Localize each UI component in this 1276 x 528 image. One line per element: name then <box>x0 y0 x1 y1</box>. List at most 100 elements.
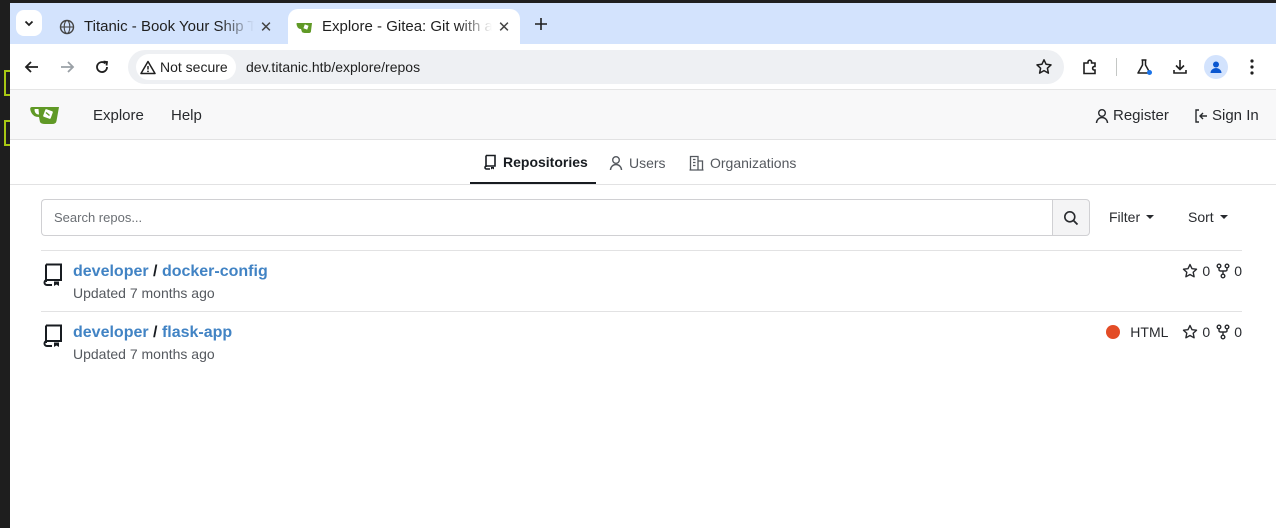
close-icon[interactable]: ✕ <box>492 18 516 36</box>
globe-icon <box>58 18 76 36</box>
repo-item: developer / docker-config Updated 7 mont… <box>41 250 1242 311</box>
reload-icon <box>96 60 109 73</box>
person-icon <box>609 155 623 170</box>
sort-dropdown[interactable]: Sort <box>1188 209 1228 225</box>
fork-icon <box>1216 324 1230 340</box>
close-icon[interactable]: ✕ <box>254 18 278 36</box>
plus-icon <box>535 18 547 30</box>
address-bar[interactable]: Not secure dev.titanic.htb/explore/repos <box>128 50 1064 84</box>
flask-icon <box>1137 59 1152 75</box>
reload-button[interactable] <box>88 53 116 81</box>
tab-title: Titanic - Book Your Ship Trip <box>84 18 254 35</box>
repo-name-separator: / <box>153 263 162 280</box>
repo-name-link[interactable]: docker-config <box>162 263 268 280</box>
security-label: Not secure <box>160 59 228 75</box>
register-label: Register <box>1113 107 1169 124</box>
repo-name-separator: / <box>153 324 162 341</box>
gitea-favicon-icon <box>296 18 314 36</box>
repo-full-name: developer / flask-app <box>73 324 232 342</box>
nav-help[interactable]: Help <box>171 107 202 124</box>
downloads-button[interactable] <box>1166 53 1194 81</box>
gitea-navbar: Explore Help Register Sign In <box>10 90 1276 140</box>
repo-language: HTML <box>1130 324 1169 340</box>
arrow-left-icon <box>24 61 38 73</box>
gitea-logo-icon[interactable] <box>30 102 62 128</box>
repo-updated-time: Updated 7 months ago <box>73 346 215 362</box>
repo-name-link[interactable]: flask-app <box>162 324 232 341</box>
explore-tabs: Repositories Users Organizations <box>10 141 1276 185</box>
tab-title: Explore - Gitea: Git with a cup of tea <box>322 18 492 35</box>
gitea-page: Explore Help Register Sign In Repositori… <box>10 90 1276 528</box>
toolbar-separator <box>1116 58 1117 76</box>
sort-label: Sort <box>1188 209 1214 225</box>
download-icon <box>1173 60 1187 74</box>
tab-users[interactable]: Users <box>609 141 666 184</box>
person-icon <box>1210 61 1222 73</box>
sign-in-label: Sign In <box>1212 107 1259 124</box>
fork-count: 0 <box>1234 263 1242 279</box>
tab-repositories-label: Repositories <box>503 153 588 170</box>
star-count: 0 <box>1202 263 1211 279</box>
repo-updated-time: Updated 7 months ago <box>73 285 215 301</box>
browser-tab-titanic[interactable]: Titanic - Book Your Ship Trip ✕ <box>50 9 282 44</box>
tab-organizations[interactable]: Organizations <box>689 141 796 184</box>
back-button[interactable] <box>18 53 46 81</box>
nav-explore[interactable]: Explore <box>93 107 144 124</box>
fork-count: 0 <box>1234 324 1242 340</box>
repo-icon <box>43 263 62 286</box>
star-icon <box>1183 263 1198 278</box>
sign-in-link[interactable]: Sign In <box>1194 107 1259 124</box>
kebab-menu-icon <box>1250 59 1254 75</box>
browser-tab-gitea[interactable]: Explore - Gitea: Git with a cup of tea ✕ <box>288 9 520 44</box>
repo-meta: 0 0 <box>1176 263 1242 279</box>
repo-search-row: Filter Sort <box>41 199 1242 236</box>
repo-icon <box>43 324 62 347</box>
search-button[interactable] <box>1052 199 1090 236</box>
star-icon <box>1036 59 1052 74</box>
repo-list: developer / docker-config Updated 7 mont… <box>41 250 1242 372</box>
search-icon <box>1064 210 1079 225</box>
profile-avatar[interactable] <box>1204 55 1228 79</box>
forward-button[interactable] <box>53 53 81 81</box>
tab-users-label: Users <box>629 154 666 171</box>
arrow-right-icon <box>61 61 75 73</box>
security-chip[interactable]: Not secure <box>136 54 236 80</box>
repo-owner-link[interactable]: developer <box>73 324 149 341</box>
tab-organizations-label: Organizations <box>710 154 797 171</box>
repo-meta: HTML 0 0 <box>1106 324 1242 340</box>
browser-window: Titanic - Book Your Ship Trip ✕ Explore … <box>10 3 1276 528</box>
organization-icon <box>689 155 704 171</box>
repo-forks[interactable]: 0 <box>1216 324 1242 340</box>
new-tab-button[interactable] <box>528 11 554 37</box>
star-count: 0 <box>1202 324 1211 340</box>
repo-stars[interactable]: 0 <box>1182 324 1210 340</box>
filter-label: Filter <box>1109 209 1141 225</box>
bookmark-star-button[interactable] <box>1032 55 1056 79</box>
repo-owner-link[interactable]: developer <box>73 263 149 280</box>
repo-icon <box>484 154 496 170</box>
tab-repositories[interactable]: Repositories <box>470 141 596 184</box>
repo-forks[interactable]: 0 <box>1216 263 1242 279</box>
chevron-down-icon <box>24 20 34 27</box>
person-icon <box>1095 108 1109 123</box>
fork-icon <box>1216 263 1230 279</box>
repo-stars[interactable]: 0 <box>1182 263 1210 279</box>
caret-down-icon <box>1219 215 1228 219</box>
register-link[interactable]: Register <box>1095 107 1169 124</box>
labs-button[interactable] <box>1130 53 1158 81</box>
star-icon <box>1183 324 1198 339</box>
desktop-left-strip <box>0 0 10 528</box>
puzzle-icon <box>1083 59 1096 75</box>
browser-menu-button[interactable] <box>1238 53 1266 81</box>
sign-in-icon <box>1195 108 1207 123</box>
extensions-button[interactable] <box>1076 53 1104 81</box>
filter-dropdown[interactable]: Filter <box>1109 209 1155 225</box>
repo-full-name: developer / docker-config <box>73 263 268 281</box>
tab-search-button[interactable] <box>16 10 42 36</box>
repo-item: developer / flask-app Updated 7 months a… <box>41 311 1242 372</box>
search-input[interactable] <box>41 199 1053 236</box>
language-color-dot <box>1106 325 1121 339</box>
url-text: dev.titanic.htb/explore/repos <box>246 59 421 75</box>
warning-icon <box>140 60 156 74</box>
tab-strip: Titanic - Book Your Ship Trip ✕ Explore … <box>10 3 1276 44</box>
